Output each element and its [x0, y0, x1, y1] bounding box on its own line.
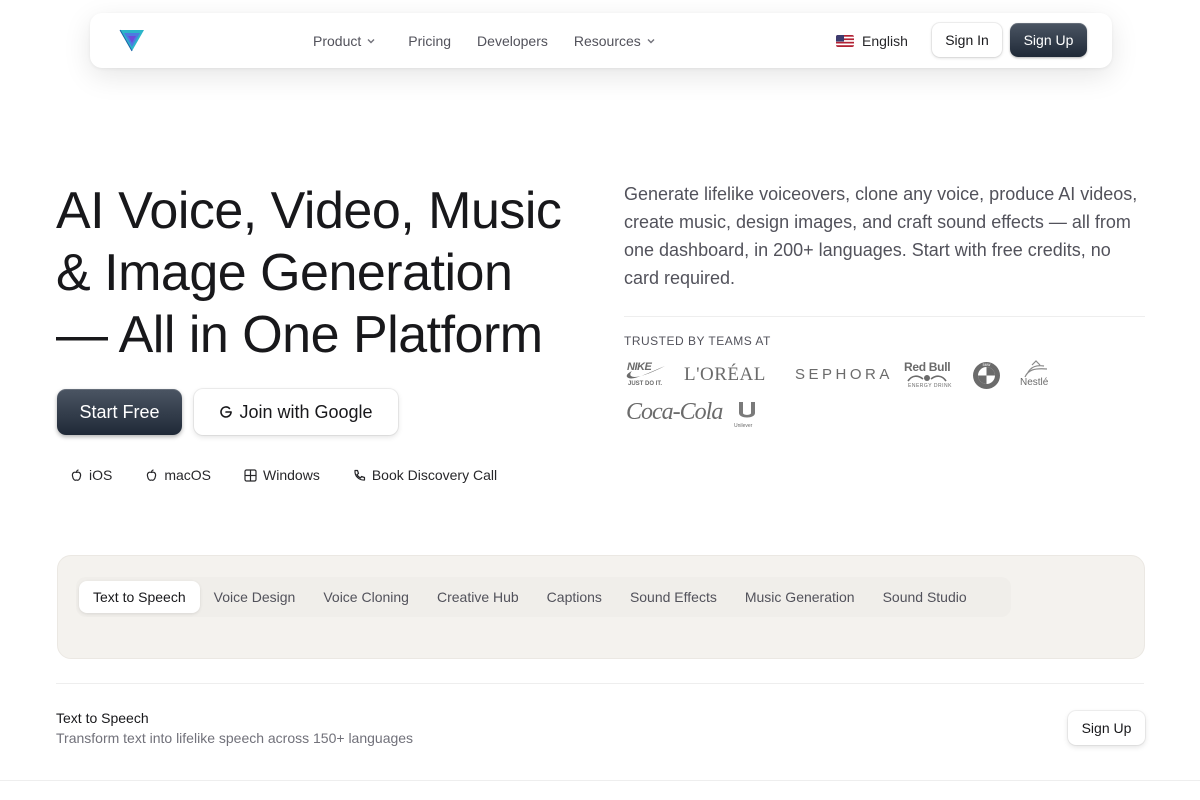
nav-links: Product Pricing Developers Resources	[313, 13, 656, 68]
nav-developers-label: Developers	[477, 32, 548, 49]
redbull-logo: Red Bull ENERGY DRINK	[904, 360, 952, 390]
hero-title-line: AI Voice, Video, Music	[56, 182, 562, 240]
phone-icon	[354, 469, 365, 481]
apple-icon	[71, 468, 82, 481]
unilever-logo: Unilever	[733, 400, 761, 430]
nest-icon	[1024, 360, 1048, 378]
tab-music-generation[interactable]: Music Generation	[731, 581, 869, 613]
chevron-down-icon	[647, 38, 655, 43]
nav-pricing-label: Pricing	[408, 32, 452, 49]
tab-text-to-speech[interactable]: Text to Speech	[79, 581, 200, 613]
join-google-button[interactable]: Join with Google	[194, 389, 398, 435]
nike-logo: NIKE JUST DO IT.	[625, 361, 667, 389]
language-label: English	[862, 32, 908, 49]
trusted-by-label: TRUSTED BY TEAMS AT	[624, 334, 771, 348]
join-google-label: Join with Google	[239, 401, 373, 422]
nav-product-label: Product	[313, 32, 362, 49]
us-flag-icon	[836, 34, 854, 47]
nestle-logo: Nestlé	[1020, 360, 1052, 390]
sign-in-button[interactable]: Sign In	[932, 23, 1002, 57]
feature-title: Text to Speech	[56, 710, 149, 726]
divider	[56, 683, 1144, 684]
nav-pricing[interactable]: Pricing	[408, 33, 451, 49]
brand-logo-icon[interactable]	[118, 27, 146, 53]
redbull-tagline-text: ENERGY DRINK	[908, 383, 952, 389]
bmw-logo-icon: BMW	[973, 362, 1000, 389]
apple-icon	[147, 468, 157, 481]
tab-creative-hub[interactable]: Creative Hub	[423, 581, 533, 613]
platform-label: Book Discovery Call	[371, 467, 498, 483]
divider	[624, 316, 1145, 317]
tab-sound-studio[interactable]: Sound Studio	[869, 581, 981, 613]
divider	[0, 780, 1200, 781]
feature-tabs: Text to Speech Voice Design Voice Clonin…	[76, 577, 1011, 617]
sign-up-button[interactable]: Sign Up	[1010, 23, 1087, 57]
hero-title: AI Voice, Video, Music & Image Generatio…	[56, 180, 596, 366]
tab-voice-design[interactable]: Voice Design	[200, 581, 310, 613]
unilever-logo-text: Unilever	[734, 423, 753, 429]
cocacola-logo: Coca-Cola	[626, 399, 723, 425]
hero-title-line: — All in One Platform	[56, 306, 543, 364]
hero-description: Generate lifelike voiceovers, clone any …	[624, 184, 1138, 288]
platform-windows-link[interactable]: Windows	[244, 467, 320, 483]
platform-label: iOS	[89, 467, 113, 483]
top-navbar: Product Pricing Developers Resources Eng…	[90, 13, 1112, 68]
hero-title-line: & Image Generation	[56, 244, 513, 302]
feature-subtitle: Transform text into lifelike speech acro…	[56, 730, 414, 746]
tab-captions[interactable]: Captions	[533, 581, 616, 613]
feature-sign-up-button[interactable]: Sign Up	[1068, 711, 1145, 745]
nike-tagline-text: JUST DO IT.	[628, 381, 663, 387]
windows-icon	[244, 468, 257, 482]
nav-developers[interactable]: Developers	[477, 33, 548, 49]
platform-macos-link[interactable]: macOS	[145, 467, 211, 483]
platform-links: iOS macOS Windows Book Discovery Call	[70, 465, 530, 485]
platform-label: macOS	[164, 467, 212, 483]
language-selector[interactable]: English	[836, 13, 908, 68]
bulls-icon	[907, 375, 947, 382]
start-free-button[interactable]: Start Free	[57, 389, 182, 435]
tab-sound-effects[interactable]: Sound Effects	[616, 581, 731, 613]
nike-swoosh-icon	[626, 366, 665, 379]
chevron-down-icon	[367, 38, 375, 43]
nav-resources[interactable]: Resources	[574, 33, 656, 49]
sephora-logo: SEPHORA	[795, 366, 893, 383]
platform-label: Windows	[263, 467, 320, 483]
nestle-logo-text: Nestlé	[1020, 377, 1049, 388]
feature-tabs-panel: Text to Speech Voice Design Voice Clonin…	[57, 555, 1145, 659]
book-call-link[interactable]: Book Discovery Call	[353, 467, 497, 483]
google-icon	[220, 406, 233, 418]
nav-resources-label: Resources	[573, 32, 641, 49]
loreal-logo: L'ORÉAL	[684, 364, 766, 385]
tab-voice-cloning[interactable]: Voice Cloning	[309, 581, 423, 613]
unilever-u-icon	[739, 402, 755, 418]
platform-ios-link[interactable]: iOS	[70, 467, 112, 483]
redbull-logo-text: Red Bull	[904, 360, 951, 374]
bmw-logo-text: BMW	[983, 363, 991, 367]
nav-product[interactable]: Product	[313, 33, 376, 49]
